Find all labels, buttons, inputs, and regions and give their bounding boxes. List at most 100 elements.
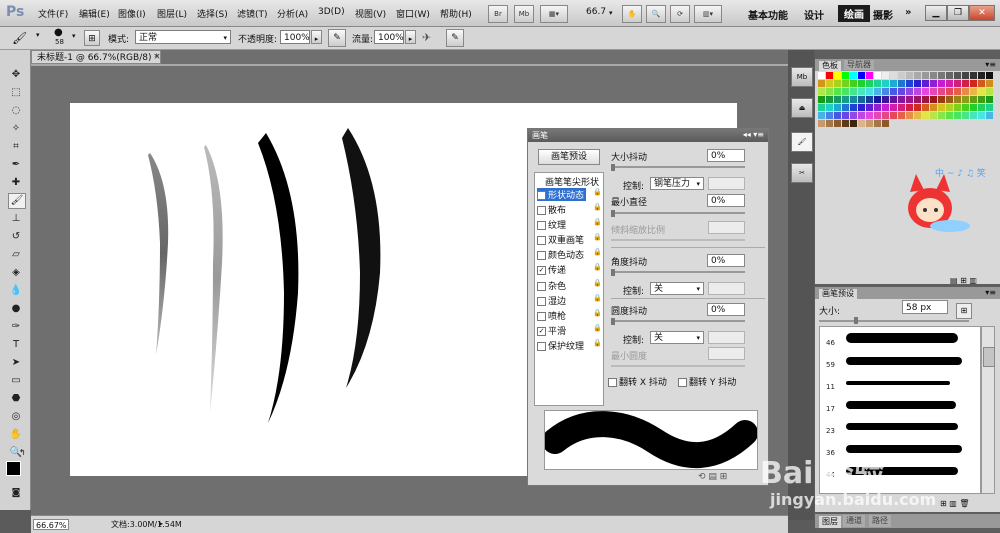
swatch-cell[interactable]	[906, 88, 913, 95]
swatch-cell[interactable]	[914, 112, 921, 119]
swatch-cell[interactable]	[866, 104, 873, 111]
swatch-cell[interactable]	[866, 96, 873, 103]
swatch-cell[interactable]	[898, 104, 905, 111]
view-extras-button[interactable]: ▦▾	[540, 5, 568, 23]
brush-preset-arrow-icon[interactable]: ▾	[72, 32, 76, 40]
slider-knob[interactable]	[611, 164, 615, 171]
zoom-level-dropdown[interactable]: 66.7	[586, 7, 606, 17]
swatch-cell[interactable]	[898, 80, 905, 87]
foreground-color-swatch[interactable]	[6, 461, 21, 476]
swatch-cell[interactable]	[922, 96, 929, 103]
swatch-cell[interactable]	[826, 112, 833, 119]
marquee-tool-icon[interactable]: ⬚	[8, 86, 24, 100]
swatch-cell[interactable]	[858, 96, 865, 103]
tool-presets-icon[interactable]: ✂	[791, 163, 813, 183]
history-brush-tool-icon[interactable]: ↺	[8, 230, 24, 244]
swatch-cell[interactable]	[858, 112, 865, 119]
bp-item-protect-texture[interactable]: 保护纹理	[537, 339, 584, 352]
swatch-cell[interactable]	[946, 96, 953, 103]
swatch-cell[interactable]	[858, 104, 865, 111]
more-workspaces-button[interactable]: »	[905, 7, 911, 18]
menu-3d[interactable]: 3D(D)	[318, 7, 345, 17]
bp-item-airbrush[interactable]: 喷枪	[537, 309, 566, 322]
swatch-cell[interactable]	[890, 72, 897, 79]
tab-navigator[interactable]: 导航器	[844, 60, 874, 70]
swatch-cell[interactable]	[962, 80, 969, 87]
swatch-cell[interactable]	[882, 80, 889, 87]
brush-preset-row[interactable]: 46	[820, 329, 980, 347]
swatch-cell[interactable]	[874, 104, 881, 111]
swatch-cell[interactable]	[914, 72, 921, 79]
menu-select[interactable]: 选择(S)	[197, 7, 228, 20]
blur-tool-icon[interactable]: 💧	[8, 284, 24, 298]
hand-tool-icon[interactable]: ✋	[8, 428, 24, 442]
swatch-cell[interactable]	[954, 88, 961, 95]
swatch-cell[interactable]	[818, 112, 825, 119]
slider-knob[interactable]	[611, 318, 615, 325]
flip-x-jitter[interactable]: 翻转 X 抖动	[608, 375, 667, 388]
bp-item-texture[interactable]: 纹理	[537, 218, 566, 231]
tab-channels[interactable]: 通道	[843, 515, 865, 527]
brush-tool-icon[interactable]: 🖌	[8, 193, 26, 209]
swatch-cell[interactable]	[834, 80, 841, 87]
scrollbar-thumb[interactable]	[983, 347, 995, 367]
checkbox-icon[interactable]	[608, 378, 617, 387]
swatch-cell[interactable]	[874, 88, 881, 95]
swatch-cell[interactable]	[946, 88, 953, 95]
swatch-cell[interactable]	[914, 104, 921, 111]
zoom-tool-button[interactable]: 🔍	[646, 5, 666, 23]
swatch-cell[interactable]	[874, 80, 881, 87]
arrange-documents-button[interactable]: ▥▾	[694, 5, 722, 23]
slider-knob[interactable]	[611, 269, 615, 276]
swatch-cell[interactable]	[882, 104, 889, 111]
pressure-opacity-icon[interactable]: ✎	[328, 29, 346, 47]
swatch-cell[interactable]	[962, 112, 969, 119]
bp-item-dual-brush[interactable]: 双重画笔	[537, 233, 584, 246]
swatch-cell[interactable]	[906, 112, 913, 119]
lock-icon[interactable]: 🔒	[593, 324, 602, 332]
roundness-control-select[interactable]: 关 ▾	[650, 331, 704, 344]
eraser-tool-icon[interactable]: ▱	[8, 248, 24, 262]
swatch-cell[interactable]	[954, 72, 961, 79]
3d-rotate-tool-icon[interactable]: ⬣	[8, 392, 24, 406]
quick-selection-tool-icon[interactable]: ✧	[8, 122, 24, 136]
swatch-cell[interactable]	[898, 112, 905, 119]
swatch-cell[interactable]	[978, 80, 985, 87]
bp-item-transfer[interactable]: ✓ 传递	[537, 263, 566, 276]
opacity-slider-arrow-icon[interactable]: ▸	[311, 30, 322, 44]
lasso-tool-icon[interactable]: ◌	[8, 104, 24, 118]
roundness-jitter-input[interactable]: 0%	[707, 303, 745, 316]
swatch-cell[interactable]	[986, 72, 993, 79]
bridge-button[interactable]: Br	[488, 5, 508, 23]
swatch-cell[interactable]	[970, 88, 977, 95]
bp-item-wet-edges[interactable]: 湿边	[537, 294, 566, 307]
close-window-icon[interactable]: ✕	[969, 5, 995, 21]
swatch-cell[interactable]	[906, 80, 913, 87]
swatch-cell[interactable]	[866, 120, 873, 127]
swatch-cell[interactable]	[922, 88, 929, 95]
swatch-cell[interactable]	[890, 80, 897, 87]
swatch-cell[interactable]	[986, 112, 993, 119]
min-diameter-slider[interactable]	[611, 212, 745, 214]
swatch-cell[interactable]	[874, 72, 881, 79]
swatch-cell[interactable]	[930, 112, 937, 119]
swatch-cell[interactable]	[930, 96, 937, 103]
swatch-cell[interactable]	[842, 112, 849, 119]
lock-icon[interactable]: 🔒	[593, 188, 602, 196]
swatch-cell[interactable]	[858, 120, 865, 127]
swatch-cell[interactable]	[858, 72, 865, 79]
angle-jitter-slider[interactable]	[611, 271, 745, 273]
swatch-cell[interactable]	[986, 88, 993, 95]
shape-tool-icon[interactable]: ▭	[8, 374, 24, 388]
swatch-cell[interactable]	[858, 80, 865, 87]
size-jitter-slider[interactable]	[611, 166, 745, 168]
swatch-cell[interactable]	[866, 88, 873, 95]
brush-preset-row[interactable]: 11	[820, 373, 980, 391]
type-tool-icon[interactable]: T	[8, 338, 24, 352]
tab-brush-presets[interactable]: 画笔预设	[818, 288, 858, 299]
swatch-cell[interactable]	[898, 72, 905, 79]
swatch-bottom-icons[interactable]: ▤ ⊞ ▥	[950, 276, 977, 285]
slider-knob[interactable]	[854, 317, 858, 324]
swatch-cell[interactable]	[818, 80, 825, 87]
lock-icon[interactable]: 🔒	[593, 218, 602, 226]
